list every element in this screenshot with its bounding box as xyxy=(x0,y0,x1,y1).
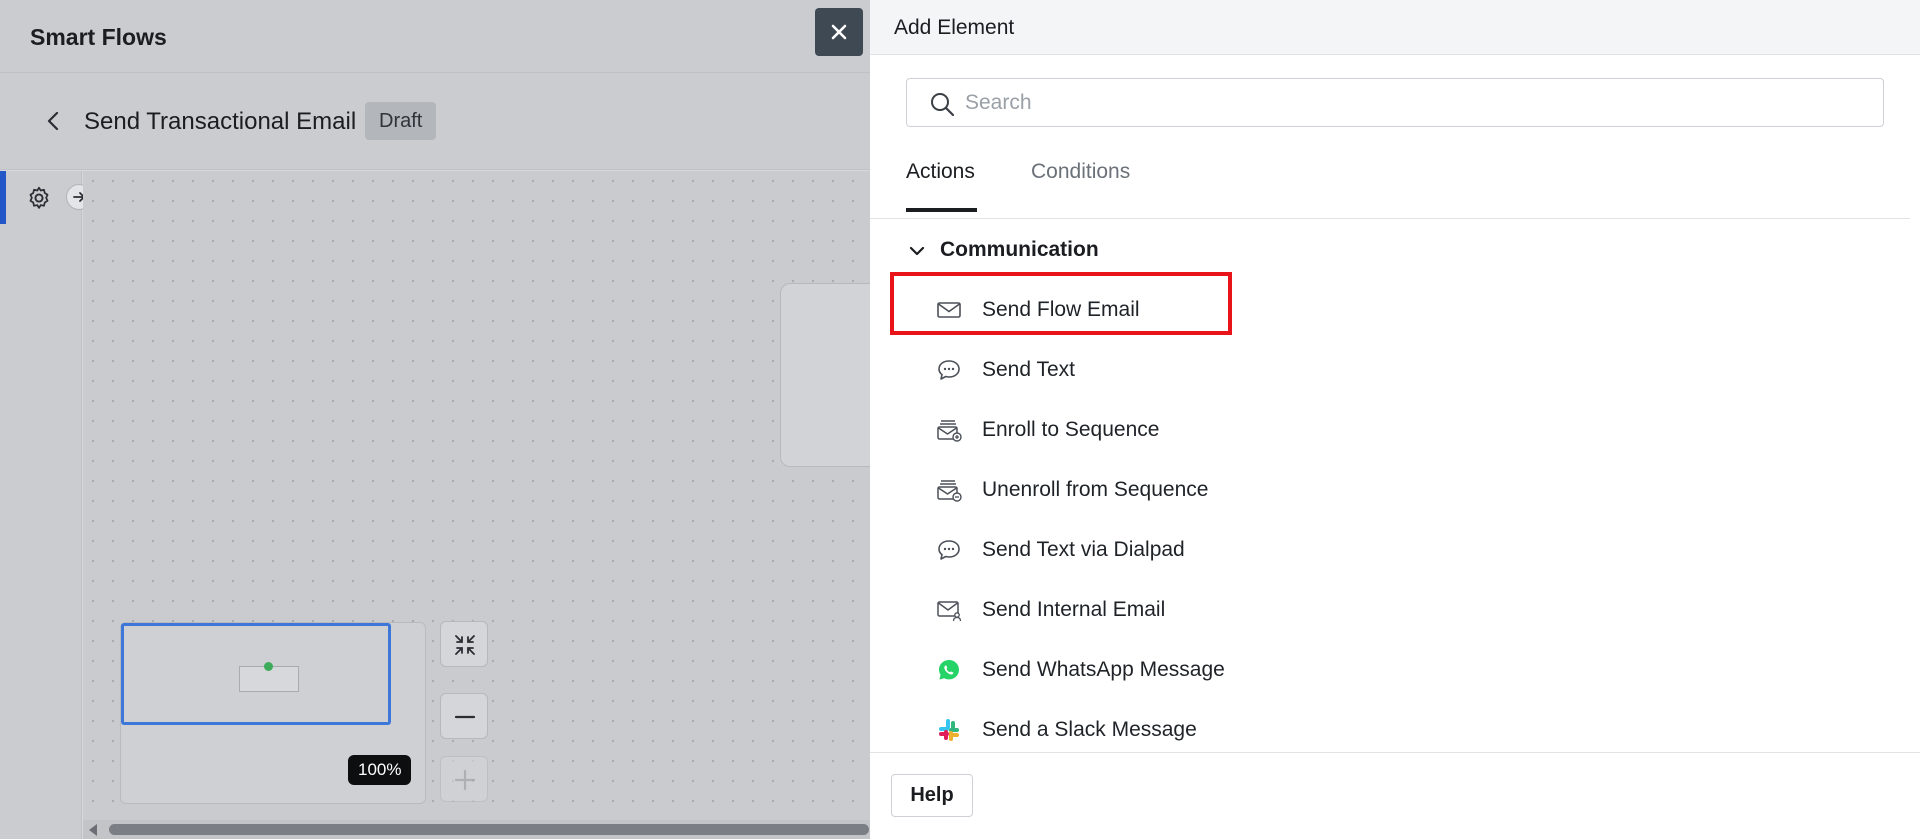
element-enroll-to-sequence[interactable]: Enroll to Sequence xyxy=(936,410,1536,450)
sequence-remove-icon xyxy=(937,480,962,502)
chevron-left-icon[interactable] xyxy=(40,107,68,135)
panel-footer: Help xyxy=(870,752,1920,839)
search-box[interactable] xyxy=(906,78,1884,127)
element-unenroll-from-sequence[interactable]: Unenroll from Sequence xyxy=(936,470,1536,510)
chat-bubble-icon xyxy=(938,540,960,560)
element-send-whatsapp-message[interactable]: Send WhatsApp Message xyxy=(936,650,1536,690)
tab-conditions[interactable]: Conditions xyxy=(1031,160,1130,184)
panel-header: Add Element xyxy=(870,0,1920,55)
element-send-internal-email[interactable]: Send Internal Email xyxy=(936,590,1536,630)
element-label: Send a Slack Message xyxy=(982,718,1197,741)
zoom-in-button[interactable] xyxy=(440,756,488,802)
search-icon xyxy=(931,93,955,117)
add-element-panel: Add Element Actions Conditions Communica… xyxy=(870,0,1920,839)
minus-icon xyxy=(454,715,476,719)
close-panel-button[interactable] xyxy=(815,8,863,56)
scrollbar-thumb[interactable] xyxy=(109,824,869,835)
active-tab-indicator xyxy=(906,208,977,212)
element-send-text-via-dialpad[interactable]: Send Text via Dialpad xyxy=(936,530,1536,570)
element-label: Send Text xyxy=(982,358,1076,381)
section-title: Communication xyxy=(940,238,1099,261)
scroll-left-arrow-icon[interactable] xyxy=(89,824,97,836)
sequence-add-icon xyxy=(937,420,962,442)
app-title: Smart Flows xyxy=(30,24,167,50)
chevron-down-icon xyxy=(909,246,925,256)
envelope-user-icon xyxy=(937,601,962,622)
element-label: Send Flow Email xyxy=(982,298,1140,321)
whatsapp-icon xyxy=(939,660,959,680)
search-input[interactable] xyxy=(965,87,1865,119)
app-header: Smart Flows xyxy=(0,0,870,73)
minimap-viewport[interactable] xyxy=(121,623,391,725)
plus-icon xyxy=(454,769,476,791)
minimap[interactable]: 100% xyxy=(120,622,426,804)
element-label: Unenroll from Sequence xyxy=(982,478,1209,501)
envelope-icon xyxy=(937,302,961,318)
fit-view-button[interactable] xyxy=(440,621,488,667)
status-badge: Draft xyxy=(365,102,437,140)
zoom-level-badge: 100% xyxy=(348,755,412,785)
slack-icon xyxy=(939,719,959,741)
gear-icon[interactable] xyxy=(26,185,52,211)
left-rail xyxy=(0,171,82,839)
element-send-text[interactable]: Send Text xyxy=(936,350,1536,390)
tabs-divider xyxy=(870,218,1910,219)
tab-actions[interactable]: Actions xyxy=(906,160,975,184)
flow-name: Send Transactional Email xyxy=(84,108,357,135)
element-send-slack-message[interactable]: Send a Slack Message xyxy=(936,710,1536,750)
horizontal-scrollbar[interactable] xyxy=(83,820,870,839)
close-icon xyxy=(831,24,847,40)
flow-node-card[interactable] xyxy=(780,283,870,467)
minimap-node-dot xyxy=(264,662,273,671)
panel-title: Add Element xyxy=(894,16,1015,39)
zoom-out-button[interactable] xyxy=(440,693,488,739)
smart-flows-app: Smart Flows Send Transactional Email Dra… xyxy=(0,0,870,839)
flow-header: Send Transactional Email Draft xyxy=(0,73,870,170)
element-label: Send WhatsApp Message xyxy=(982,658,1225,681)
element-label: Send Internal Email xyxy=(982,598,1166,621)
collapse-arrows-icon xyxy=(455,635,475,655)
rail-active-indicator xyxy=(0,171,6,224)
element-label: Send Text via Dialpad xyxy=(982,538,1185,561)
element-send-flow-email[interactable]: Send Flow Email xyxy=(936,290,1536,330)
element-label: Enroll to Sequence xyxy=(982,418,1160,441)
chat-bubble-icon xyxy=(938,360,960,380)
help-button[interactable]: Help xyxy=(891,774,973,817)
